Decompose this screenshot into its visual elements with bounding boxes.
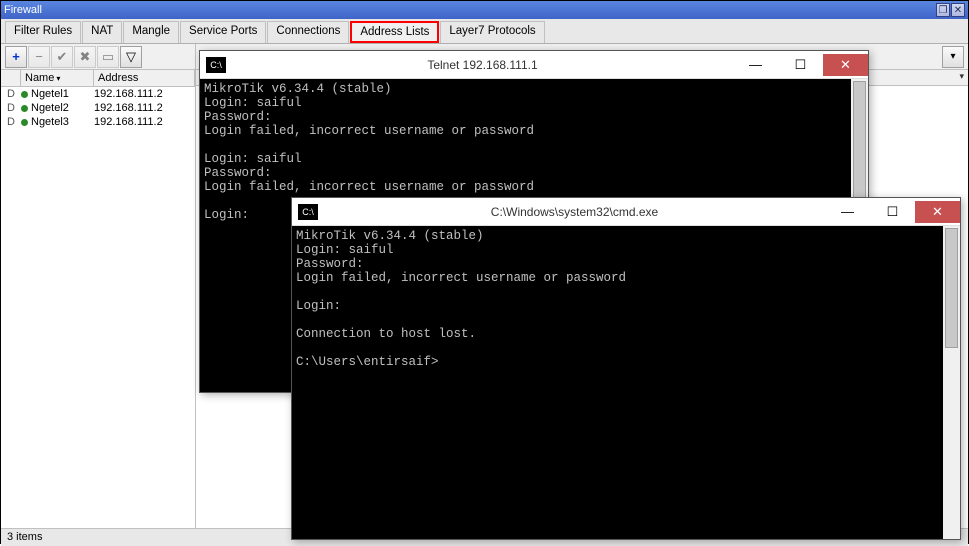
scrollbar[interactable] (943, 226, 960, 539)
console-icon: C:\ (206, 57, 226, 73)
disable-button[interactable]: ✖ (74, 46, 96, 68)
table-row[interactable]: D Ngetel1 192.168.111.2 (1, 87, 195, 101)
tab-address-lists[interactable]: Address Lists (350, 21, 439, 43)
maximize-button[interactable]: ☐ (870, 201, 915, 223)
telnet-title: Telnet 192.168.111.1 (232, 58, 733, 72)
tab-connections[interactable]: Connections (267, 21, 349, 43)
cmd-window[interactable]: C:\ C:\Windows\system32\cmd.exe — ☐ ✕ Mi… (291, 197, 961, 540)
maximize-button[interactable]: ☐ (778, 54, 823, 76)
status-dot-icon (21, 91, 28, 98)
cmd-title: C:\Windows\system32\cmd.exe (324, 205, 825, 219)
close-button[interactable]: ✕ (915, 201, 960, 223)
tab-filter-rules[interactable]: Filter Rules (5, 21, 81, 43)
comment-button[interactable]: ▭ (97, 46, 119, 68)
minimize-button[interactable]: — (733, 54, 778, 76)
list-header: Name▾ Address (1, 70, 195, 87)
tab-mangle[interactable]: Mangle (123, 21, 179, 43)
cmd-titlebar[interactable]: C:\ C:\Windows\system32\cmd.exe — ☐ ✕ (292, 198, 960, 226)
status-dot-icon (21, 105, 28, 112)
tab-service-ports[interactable]: Service Ports (180, 21, 266, 43)
status-dot-icon (21, 119, 28, 126)
address-list-panel: + − ✔ ✖ ▭ ▽ Name▾ Address D Ngetel1 192.… (1, 44, 196, 528)
list-body[interactable]: D Ngetel1 192.168.111.2 D Ngetel2 192.16… (1, 87, 195, 528)
table-row[interactable]: D Ngetel3 192.168.111.2 (1, 115, 195, 129)
firewall-titlebar[interactable]: Firewall ❐ ✕ (1, 1, 968, 19)
firewall-title: Firewall (4, 4, 935, 16)
table-row[interactable]: D Ngetel2 192.168.111.2 (1, 101, 195, 115)
remove-button[interactable]: − (28, 46, 50, 68)
cmd-text: MikroTik v6.34.4 (stable) Login: saiful … (292, 226, 943, 539)
tab-nat[interactable]: NAT (82, 21, 122, 43)
restore-button[interactable]: ❐ (936, 3, 950, 17)
enable-button[interactable]: ✔ (51, 46, 73, 68)
tab-layer7[interactable]: Layer7 Protocols (440, 21, 544, 43)
col-name[interactable]: Name▾ (21, 70, 94, 86)
dropdown-button[interactable]: ▾ (942, 46, 964, 68)
console-icon: C:\ (298, 204, 318, 220)
cmd-body[interactable]: MikroTik v6.34.4 (stable) Login: saiful … (292, 226, 960, 539)
telnet-titlebar[interactable]: C:\ Telnet 192.168.111.1 — ☐ ✕ (200, 51, 868, 79)
col-blank[interactable] (1, 70, 21, 86)
close-button[interactable]: ✕ (823, 54, 868, 76)
filter-button[interactable]: ▽ (120, 46, 142, 68)
firewall-tabs: Filter Rules NAT Mangle Service Ports Co… (1, 19, 968, 44)
minimize-button[interactable]: — (825, 201, 870, 223)
close-button[interactable]: ✕ (951, 3, 965, 17)
col-address[interactable]: Address (94, 70, 195, 86)
list-toolbar: + − ✔ ✖ ▭ ▽ (1, 44, 195, 70)
add-button[interactable]: + (5, 46, 27, 68)
